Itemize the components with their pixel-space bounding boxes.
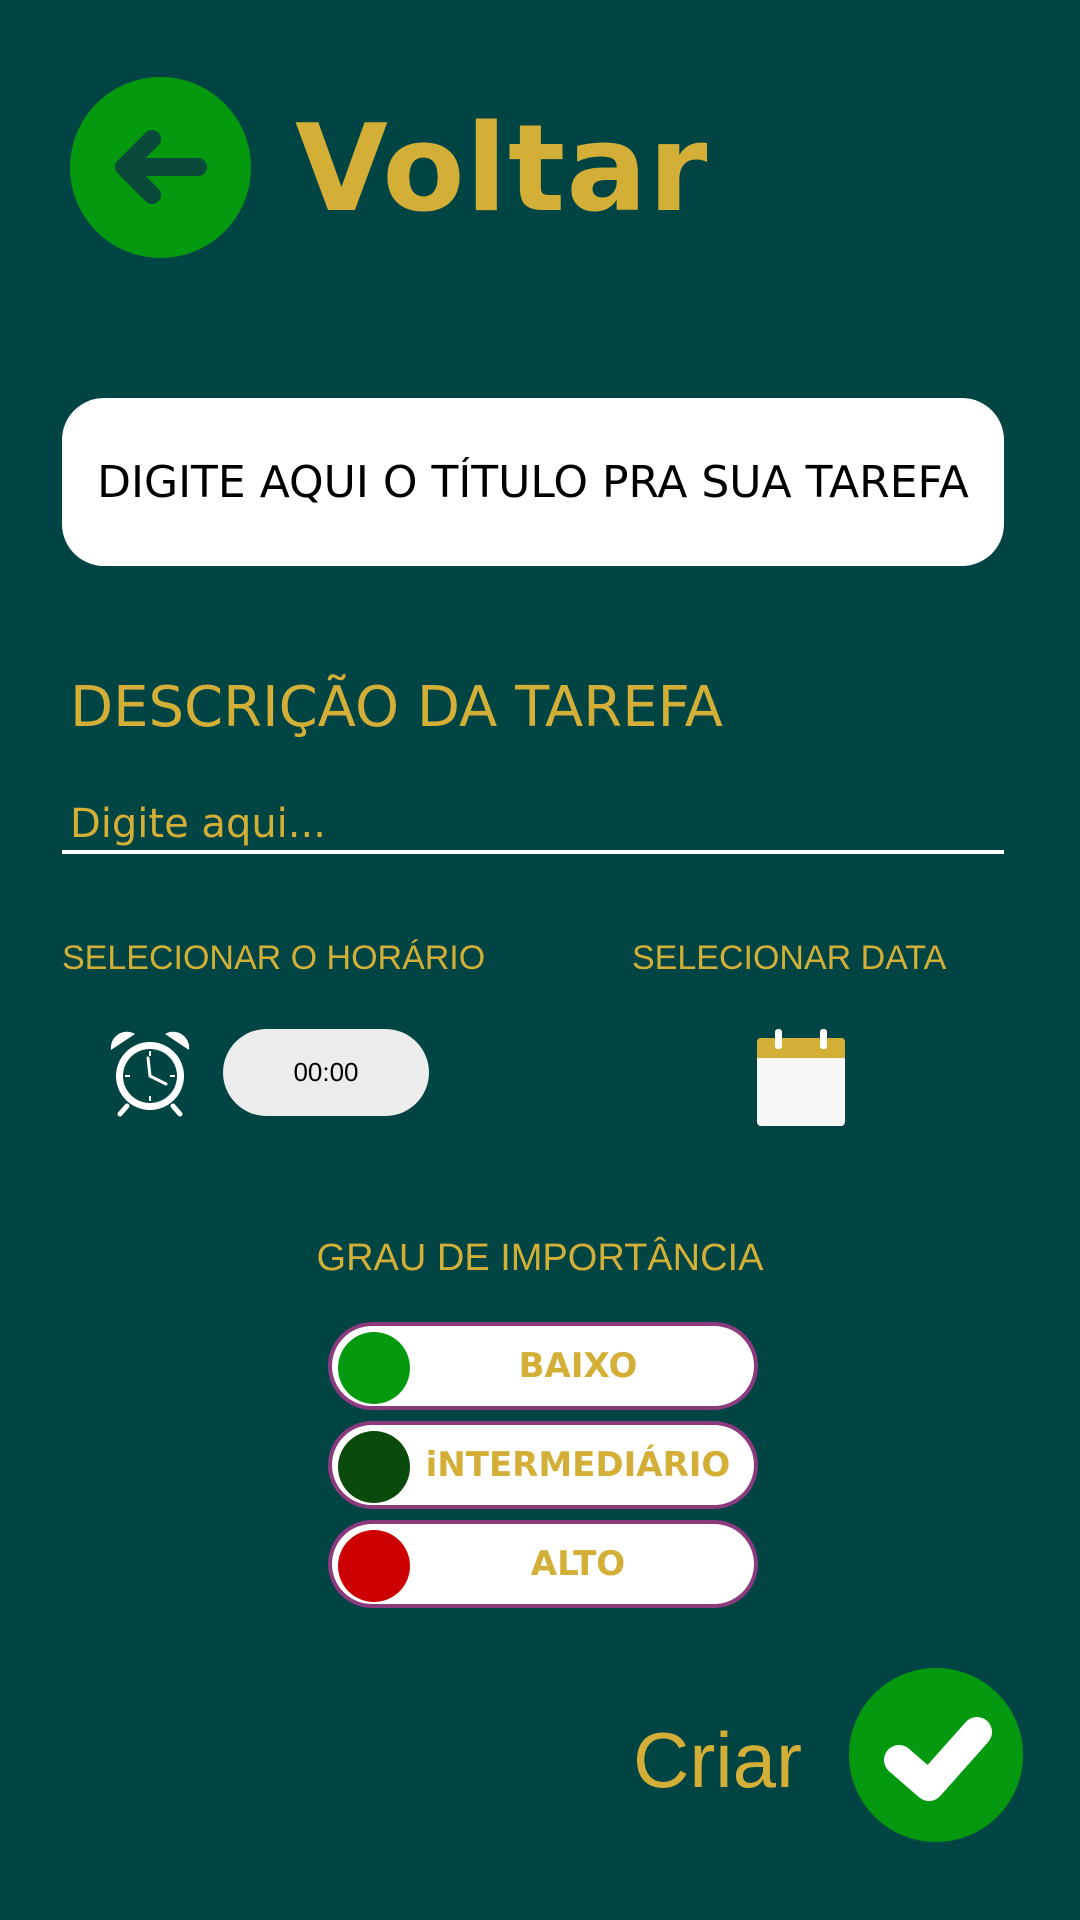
priority-high-button[interactable]: ALTO — [328, 1520, 758, 1608]
priority-high-label: ALTO — [530, 1544, 626, 1584]
priority-high-dot — [338, 1530, 410, 1602]
importance-label: GRAU DE IMPORTÂNCIA — [316, 1237, 764, 1279]
priority-medium-label: iNTERMEDIÁRIO — [425, 1445, 731, 1485]
description-input[interactable] — [62, 798, 1004, 854]
task-title-input[interactable] — [62, 398, 1004, 566]
select-date-label: SELECIONAR DATA — [632, 939, 947, 977]
priority-medium-button[interactable]: iNTERMEDIÁRIO — [328, 1421, 758, 1509]
create-button[interactable] — [849, 1668, 1023, 1842]
select-time-label: SELECIONAR O HORÁRIO — [62, 939, 486, 977]
priority-medium-dot — [338, 1431, 410, 1503]
checkmark-icon — [884, 1717, 992, 1801]
priority-low-label: BAIXO — [518, 1346, 638, 1386]
arrow-left-icon — [115, 130, 207, 204]
time-picker[interactable]: 00:00 — [223, 1029, 429, 1116]
description-label: DESCRIÇÃO DA TAREFA — [70, 675, 723, 740]
back-button[interactable] — [70, 77, 251, 258]
create-label[interactable]: Criar — [633, 1710, 802, 1810]
calendar-icon[interactable] — [755, 1028, 847, 1128]
priority-low-dot — [338, 1332, 410, 1404]
back-label[interactable]: Voltar — [295, 100, 708, 240]
priority-low-button[interactable]: BAIXO — [328, 1322, 758, 1410]
alarm-clock-icon[interactable] — [105, 1028, 195, 1118]
